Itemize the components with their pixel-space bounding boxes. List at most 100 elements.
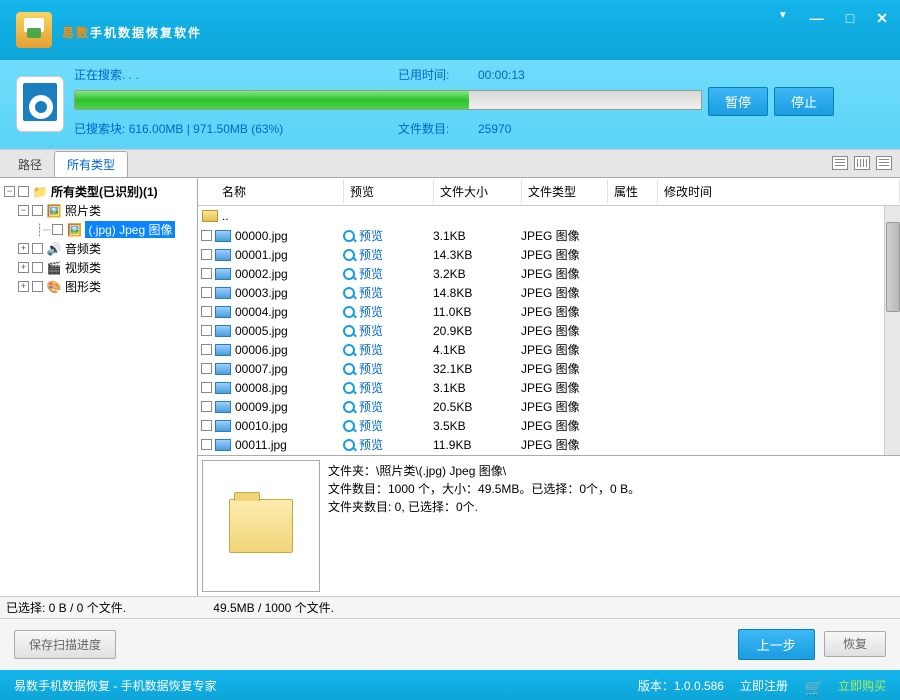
row-checkbox[interactable] (201, 382, 212, 393)
preview-link[interactable]: 预览 (343, 398, 433, 415)
file-type: JPEG 图像 (521, 227, 607, 244)
save-progress-button[interactable]: 保存扫描进度 (14, 630, 116, 659)
file-type: JPEG 图像 (521, 398, 607, 415)
statusbar: 已选择: 0 B / 0 个文件. 49.5MB / 1000 个文件. (0, 596, 900, 618)
file-row[interactable]: 00004.jpg预览11.0KBJPEG 图像 (198, 302, 884, 321)
menu-dropdown-icon[interactable]: ▼ (778, 10, 788, 27)
tree-root[interactable]: −📁所有类型(已识别)(1) (2, 182, 195, 201)
file-row[interactable]: 00011.jpg预览11.9KBJPEG 图像 (198, 435, 884, 454)
magnifier-icon (343, 382, 355, 394)
col-preview[interactable]: 预览 (344, 180, 434, 203)
detail-line2: 文件数目：1000 个，大小：49.5MB。已选择：0个，0 B。 (328, 480, 896, 498)
image-file-icon (215, 230, 231, 242)
detail-line3: 文件夹数目: 0, 已选择：0个. (328, 498, 896, 516)
file-row[interactable]: 00002.jpg预览3.2KBJPEG 图像 (198, 264, 884, 283)
col-size[interactable]: 文件大小 (434, 180, 522, 203)
file-row[interactable]: 00008.jpg预览3.1KBJPEG 图像 (198, 378, 884, 397)
folder-icon (202, 210, 218, 222)
preview-link[interactable]: 预览 (343, 360, 433, 377)
preview-link[interactable]: 预览 (343, 227, 433, 244)
file-row[interactable]: 00003.jpg预览14.8KBJPEG 图像 (198, 283, 884, 302)
stop-button[interactable]: 停止 (774, 87, 834, 116)
row-checkbox[interactable] (201, 306, 212, 317)
row-checkbox[interactable] (201, 287, 212, 298)
app-logo-icon (16, 12, 52, 48)
file-name: 00006.jpg (235, 343, 343, 357)
file-row[interactable]: 00001.jpg预览14.3KBJPEG 图像 (198, 245, 884, 264)
row-checkbox[interactable] (201, 401, 212, 412)
searched-label: 已搜索块: 616.00MB | 971.50MB (63%) (74, 120, 398, 137)
close-button[interactable]: ✕ (876, 10, 888, 27)
file-size: 14.8KB (433, 286, 521, 300)
up-dir-row[interactable]: .. (198, 206, 884, 226)
file-type: JPEG 图像 (521, 417, 607, 434)
tree-jpeg[interactable]: ┊┈🖼️(.jpg) Jpeg 图像 (2, 220, 195, 239)
tree-graphics[interactable]: +🎨图形类 (2, 277, 195, 296)
titlebar: 易数手机数据恢复软件 ▼ — □ ✕ (0, 0, 900, 60)
preview-link[interactable]: 预览 (343, 417, 433, 434)
file-name: 00003.jpg (235, 286, 343, 300)
preview-link[interactable]: 预览 (343, 284, 433, 301)
file-type: JPEG 图像 (521, 322, 607, 339)
buy-link[interactable]: 立即购买 (838, 677, 886, 694)
file-name: 00000.jpg (235, 229, 343, 243)
elapsed-label: 已用时间: (398, 66, 474, 83)
row-checkbox[interactable] (201, 230, 212, 241)
file-row[interactable]: 00010.jpg预览3.5KBJPEG 图像 (198, 416, 884, 435)
pause-button[interactable]: 暂停 (708, 87, 768, 116)
magnifier-icon (343, 401, 355, 413)
tree-video[interactable]: +🎬视频类 (2, 258, 195, 277)
magnifier-icon (343, 344, 355, 356)
preview-link[interactable]: 预览 (343, 303, 433, 320)
preview-link[interactable]: 预览 (343, 246, 433, 263)
col-date[interactable]: 修改时间 (658, 180, 900, 203)
recover-button[interactable]: 恢复 (824, 631, 886, 657)
magnifier-icon (343, 230, 355, 242)
col-name[interactable]: 名称 (216, 180, 344, 203)
file-size: 11.9KB (433, 438, 521, 452)
col-attr[interactable]: 属性 (608, 180, 658, 203)
footer: 易数手机数据恢复 - 手机数据恢复专家 版本：1.0.0.586 立即注册 🛒 … (0, 670, 900, 700)
row-checkbox[interactable] (201, 268, 212, 279)
col-type[interactable]: 文件类型 (522, 180, 608, 203)
file-name: 00010.jpg (235, 419, 343, 433)
row-checkbox[interactable] (201, 439, 212, 450)
tabbar: 路径 所有类型 (0, 149, 900, 177)
tab-path[interactable]: 路径 (6, 152, 54, 177)
file-row[interactable]: 00000.jpg预览3.1KBJPEG 图像 (198, 226, 884, 245)
view-thumb-icon[interactable] (876, 156, 892, 170)
scrollbar[interactable] (884, 206, 900, 455)
tree-photo[interactable]: −🖼️照片类 (2, 201, 195, 220)
footer-version: 版本：1.0.0.586 (638, 677, 724, 694)
maximize-button[interactable]: □ (846, 10, 854, 27)
tab-alltypes[interactable]: 所有类型 (54, 151, 128, 177)
row-checkbox[interactable] (201, 325, 212, 336)
file-row[interactable]: 00012.jpg预览3.4KBJPEG 图像 (198, 454, 884, 455)
filelist: .. 00000.jpg预览3.1KBJPEG 图像00001.jpg预览14.… (198, 206, 884, 455)
file-row[interactable]: 00009.jpg预览20.5KBJPEG 图像 (198, 397, 884, 416)
row-checkbox[interactable] (201, 420, 212, 431)
file-name: 00008.jpg (235, 381, 343, 395)
row-checkbox[interactable] (201, 363, 212, 374)
preview-link[interactable]: 预览 (343, 265, 433, 282)
preview-link[interactable]: 预览 (343, 341, 433, 358)
view-grid-icon[interactable] (832, 156, 848, 170)
cart-icon: 🛒 (804, 678, 822, 692)
preview-link[interactable]: 预览 (343, 322, 433, 339)
register-link[interactable]: 立即注册 (740, 677, 788, 694)
image-file-icon (215, 287, 231, 299)
preview-link[interactable]: 预览 (343, 436, 433, 453)
file-row[interactable]: 00007.jpg预览32.1KBJPEG 图像 (198, 359, 884, 378)
file-row[interactable]: 00006.jpg预览4.1KBJPEG 图像 (198, 340, 884, 359)
preview-link[interactable]: 预览 (343, 379, 433, 396)
file-size: 3.5KB (433, 419, 521, 433)
file-size: 20.5KB (433, 400, 521, 414)
file-name: 00009.jpg (235, 400, 343, 414)
row-checkbox[interactable] (201, 249, 212, 260)
file-row[interactable]: 00005.jpg预览20.9KBJPEG 图像 (198, 321, 884, 340)
minimize-button[interactable]: — (810, 10, 824, 27)
view-list-icon[interactable] (854, 156, 870, 170)
row-checkbox[interactable] (201, 344, 212, 355)
tree-audio[interactable]: +🔊音频类 (2, 239, 195, 258)
prev-button[interactable]: 上一步 (738, 629, 815, 660)
